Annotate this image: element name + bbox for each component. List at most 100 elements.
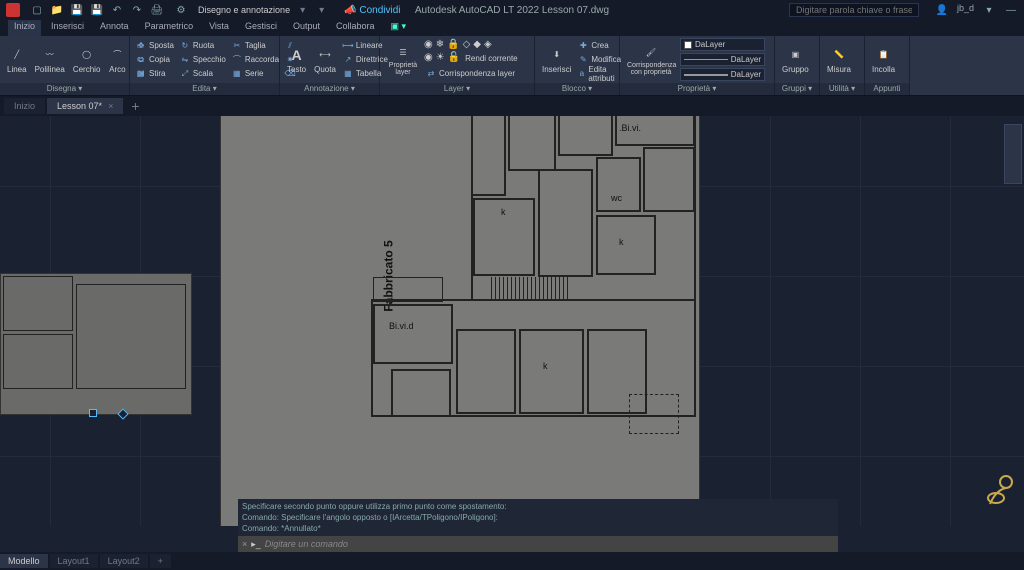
panel-title[interactable]: Proprietà ▾ [620,83,774,95]
panel-title[interactable]: Disegna ▾ [0,83,129,95]
circle-icon: ◯ [78,46,96,64]
layer-thaw-icon[interactable]: ☀ [436,52,445,65]
close-icon[interactable]: × [242,539,247,549]
tab-annota[interactable]: Annota [94,20,135,36]
stira-button[interactable]: ⇲Stira [134,67,176,80]
layer-freeze-icon[interactable]: ❄ [436,39,444,50]
signin-icon[interactable]: 👤 [935,3,949,17]
raccorda-button[interactable]: ⌒Raccorda [230,53,281,66]
tab-parametrico[interactable]: Parametrico [139,20,200,36]
minimize-icon[interactable]: — [1004,3,1018,17]
linetype-combo[interactable]: DaLayer [680,53,765,66]
open-icon[interactable]: 📁 [50,3,64,17]
tab-gestisci[interactable]: Gestisci [239,20,283,36]
tab-inserisci[interactable]: Inserisci [45,20,90,36]
share-button[interactable]: 📣 Condividi [344,5,400,16]
command-placeholder: Digitare un comando [265,539,348,549]
app-icon[interactable] [6,3,20,17]
save-icon[interactable]: 💾 [70,3,84,17]
edita-attr-button[interactable]: aEdita attributi [576,67,623,80]
ruota-button[interactable]: ↻Ruota [178,39,228,52]
room-label-k2: k [619,237,624,247]
layer-misc2-icon[interactable]: ◈ [484,39,492,50]
command-line[interactable]: × ▸_ Digitare un comando [238,536,838,552]
tab-output[interactable]: Output [287,20,326,36]
panel-title[interactable]: Appunti [865,83,909,95]
layer-on-icon[interactable]: ◉ [424,52,433,65]
tab-inizio[interactable]: Inizio [8,20,41,36]
command-history[interactable]: Specificare secondo punto oppure utilizz… [238,499,838,536]
serie-button[interactable]: ▦Serie [230,67,281,80]
mirror-icon: ⇋ [180,55,190,65]
tab-vista[interactable]: Vista [203,20,235,36]
layer-off-icon[interactable]: ◉ [424,39,433,50]
saveas-icon[interactable]: 💾 [90,3,104,17]
workspace-menu[interactable]: Disegno e annotazione [198,5,290,15]
file-tab-lesson07[interactable]: Lesson 07*× [47,98,123,114]
quota-button[interactable]: ⟷Quota [311,44,339,76]
color-combo[interactable]: DaLayer [680,38,765,51]
grip[interactable] [89,409,97,417]
layer-lock-icon[interactable]: 🔒 [447,39,459,50]
panel-title[interactable]: Gruppi ▾ [775,83,819,95]
print-icon[interactable]: 🖨 [150,3,164,17]
new-icon[interactable]: ▢ [30,3,44,17]
cerchio-button[interactable]: ◯Cerchio [70,44,104,76]
gruppo-button[interactable]: ▣Gruppo [779,44,812,76]
move-icon: ✥ [136,41,146,51]
help-icon[interactable]: ▾ [982,3,996,17]
layer-properties-button[interactable]: ☰Proprietà layer [384,41,422,78]
panel-annotazione: ATesto ⟷Quota ⟼Lineare ↗Direttrice ▦Tabe… [280,36,380,95]
arco-button[interactable]: ⌒Arco [105,44,129,76]
close-icon[interactable]: × [108,101,113,111]
rendi-button[interactable]: Rendi corrente [463,52,519,65]
floorplan-main[interactable]: Fabbricato 5 k wc k liv .Bi.vi. Bi.vi.d … [220,116,700,526]
testo-button[interactable]: ATesto [284,44,309,76]
text-icon: A [288,46,306,64]
tab-express[interactable]: ▣ ▾ [385,20,413,36]
new-tab-button[interactable]: + [125,98,145,114]
panel-title[interactable]: Annotazione ▾ [280,83,379,95]
misura-button[interactable]: 📏Misura [824,44,854,76]
sposta-button[interactable]: ✥Sposta [134,39,176,52]
tab-layout2[interactable]: Layout2 [100,554,148,568]
match-layer-icon: ⇄ [426,69,436,79]
taglia-button[interactable]: ✂Taglia [230,39,281,52]
redo-icon[interactable]: ↷ [130,3,144,17]
room-label-bivi: .Bi.vi. [619,123,641,133]
copia-button[interactable]: ⧉Copia [134,53,176,66]
tab-model[interactable]: Modello [0,554,48,568]
user-label[interactable]: jb_d [957,3,974,17]
navbar[interactable] [1004,124,1022,184]
linea-button[interactable]: ╱Linea [4,44,30,76]
scala-button[interactable]: ⤢Scala [178,67,228,80]
specchio-button[interactable]: ⇋Specchio [178,53,228,66]
search-input[interactable] [789,3,919,17]
tab-add-layout[interactable]: + [150,554,171,568]
file-tab-inizio[interactable]: Inizio [4,98,45,114]
workspace-icon[interactable]: ⚙ [174,3,188,17]
match-properties-button[interactable]: 🖌Corrispondenza con proprietà [624,41,678,78]
panel-edita: ✥Sposta ⧉Copia ⇲Stira ↻Ruota ⇋Specchio ⤢… [130,36,280,95]
panel-title[interactable]: Blocco ▾ [535,83,619,95]
drawing-area[interactable]: Fabbricato 5 k wc k liv .Bi.vi. Bi.vi.d … [0,116,1024,526]
panel-title[interactable]: Layer ▾ [380,83,534,95]
model-tabs: Modello Layout1 Layout2 + [0,552,1024,570]
crea-button[interactable]: ✚Crea [576,39,623,52]
panel-title[interactable]: Edita ▾ [130,83,279,95]
incolla-button[interactable]: 📋Incolla [869,44,898,76]
undo-icon[interactable]: ↶ [110,3,124,17]
floorplan-inset[interactable] [0,273,192,415]
tab-collabora[interactable]: Collabora [330,20,381,36]
layer-misc1-icon[interactable]: ◆ [473,39,481,50]
measure-icon: 📏 [830,46,848,64]
corrispondenza-layer-button[interactable]: ⇄Corrispondenza layer [424,67,520,80]
lineweight-combo[interactable]: DaLayer [680,68,765,81]
tab-layout1[interactable]: Layout1 [50,554,98,568]
layer-unlock-icon[interactable]: 🔓 [448,52,460,65]
history-line: Comando: Specificare l'angolo opposto o … [242,512,834,523]
layer-iso-icon[interactable]: ◇ [463,39,471,50]
polilinea-button[interactable]: 〰Polilinea [32,44,68,76]
panel-title[interactable]: Utilità ▾ [820,83,864,95]
inserisci-button[interactable]: ⬇Inserisci [539,44,574,76]
